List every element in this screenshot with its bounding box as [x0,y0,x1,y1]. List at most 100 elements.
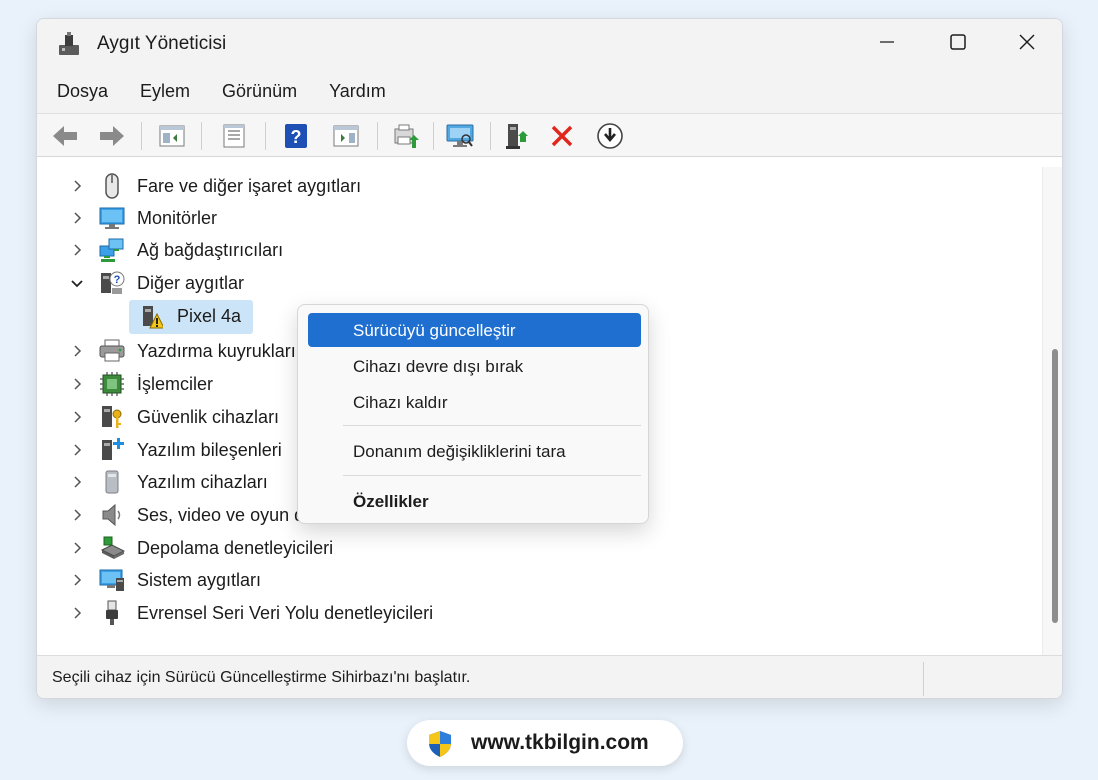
tree-node-label: Yazdırma kuyrukları [137,341,296,361]
menu-file[interactable]: Dosya [57,81,108,102]
tree-node-system-devices[interactable]: Sistem aygıtları [37,564,1037,596]
svg-text:?: ? [114,274,121,286]
menu-item-label: Cihazı devre dışı bırak [353,357,524,376]
chevron-right-icon[interactable] [69,474,85,490]
system-device-icon [99,567,125,593]
title-bar: Aygıt Yöneticisi [37,19,1062,69]
tree-node-label: Evrensel Seri Veri Yolu denetleyicileri [137,603,434,623]
toolbar-separator [490,122,491,150]
chevron-right-icon[interactable] [69,507,85,523]
forward-button[interactable] [97,121,127,151]
vertical-scrollbar[interactable] [1042,167,1062,655]
update-driver-button[interactable] [391,121,421,151]
website-url: www.tkbilgin.com [471,731,649,754]
tree-node-network-adapters[interactable]: Ağ bağdaştırıcıları [37,234,1037,266]
menu-item-disable-device[interactable]: Cihazı devre dışı bırak [308,349,641,383]
properties-button[interactable] [219,121,249,151]
console-tree-button[interactable] [157,121,187,151]
close-button[interactable] [994,19,1060,65]
website-badge: www.tkbilgin.com [407,720,683,766]
tree-node-label: Pixel 4a [177,306,242,326]
toolbar-separator [201,122,202,150]
other-devices-icon: ? [99,270,125,296]
tree-node-label: Güvenlik cihazları [137,407,280,427]
maximize-button[interactable] [925,19,991,65]
menu-item-properties[interactable]: Özellikler [308,484,641,518]
chevron-right-icon[interactable] [69,605,85,621]
action-pane-button[interactable] [331,121,361,151]
software-component-icon [99,437,125,463]
chevron-right-icon[interactable] [69,210,85,226]
tree-node-mice[interactable]: Fare ve diğer işaret aygıtları [37,170,1037,202]
help-button[interactable]: ? [281,121,311,151]
menu-help[interactable]: Yardım [329,81,386,102]
minimize-icon [880,41,894,43]
tree-node-label: Ses, video ve oyun d [137,505,305,525]
menu-item-label: Özellikler [353,492,429,511]
tree-node-label: Yazılım bileşenleri [137,440,282,460]
chevron-right-icon[interactable] [69,242,85,258]
network-adapter-icon [99,237,125,263]
warning-device-icon [137,304,165,330]
shield-icon [427,730,453,758]
menu-view[interactable]: Görünüm [222,81,297,102]
status-bar: Seçili cihaz için Sürücü Güncelleştirme … [37,655,1062,698]
menu-item-label: Donanım değişikliklerini tara [353,442,566,461]
scan-hardware-icon [446,124,474,147]
toolbar-separator [377,122,378,150]
tree-node-usb-controllers[interactable]: Evrensel Seri Veri Yolu denetleyicileri [37,597,1037,629]
processor-icon [99,371,125,397]
minimize-button[interactable] [854,19,920,65]
context-menu: Sürücüyü güncelleştir Cihazı devre dışı … [297,304,649,524]
tree-node-other-devices[interactable]: ? Diğer aygıtlar [37,267,1037,299]
chevron-right-icon[interactable] [69,409,85,425]
back-button[interactable] [50,121,80,151]
menu-item-update-driver[interactable]: Sürücüyü güncelleştir [308,313,641,347]
tree-node-label: Yazılım cihazları [137,472,268,492]
chevron-right-icon[interactable] [69,442,85,458]
menu-item-label: Cihazı kaldır [353,393,448,412]
update-driver-icon [394,124,419,148]
action-pane-icon [333,125,359,147]
menu-action[interactable]: Eylem [140,81,190,102]
toolbar-separator [265,122,266,150]
window-title: Aygıt Yöneticisi [97,33,227,54]
download-driver-button[interactable] [595,121,625,151]
chevron-right-icon[interactable] [69,343,85,359]
storage-controller-icon [99,535,126,561]
svg-text:?: ? [291,127,302,147]
help-icon: ? [285,124,307,148]
show-hide-console-tree-icon [159,125,185,147]
chevron-right-icon[interactable] [69,572,85,588]
menu-item-uninstall-device[interactable]: Cihazı kaldır [308,385,641,419]
menu-item-label: Sürücüyü güncelleştir [353,321,516,340]
usb-icon [99,600,125,626]
device-manager-icon [57,31,81,57]
tree-node-label: Fare ve diğer işaret aygıtları [137,176,362,196]
toolbar: ? [37,113,1062,157]
security-device-icon [99,404,125,430]
tree-node-storage-controllers[interactable]: Depolama denetleyicileri [37,532,1037,564]
enable-device-icon [506,124,528,149]
chevron-right-icon[interactable] [69,540,85,556]
chevron-down-icon[interactable] [69,275,85,291]
status-separator [923,662,924,696]
chevron-right-icon[interactable] [69,376,85,392]
menu-item-scan-hardware[interactable]: Donanım değişikliklerini tara [308,434,641,468]
enable-device-button[interactable] [502,121,532,151]
scrollbar-thumb[interactable] [1052,349,1058,623]
monitor-icon [99,205,125,231]
speaker-icon [99,502,125,528]
uninstall-device-button[interactable] [547,121,577,151]
tree-node-monitors[interactable]: Monitörler [37,202,1037,234]
chevron-right-icon[interactable] [69,178,85,194]
tree-node-label: Sistem aygıtları [137,570,262,590]
tree-node-label: Ağ bağdaştırıcıları [137,240,284,260]
software-device-icon [99,469,125,495]
uninstall-device-icon [551,125,573,147]
menu-separator [343,425,641,426]
menu-separator [343,475,641,476]
download-driver-icon [597,123,623,149]
scan-hardware-button[interactable] [445,121,475,151]
back-arrow-icon [53,126,77,146]
